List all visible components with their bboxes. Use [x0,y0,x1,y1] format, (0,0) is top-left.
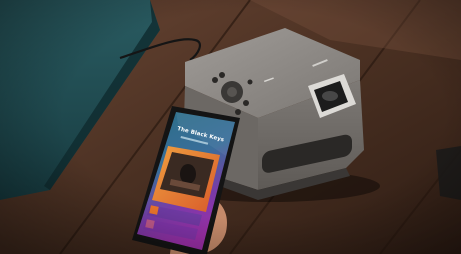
vignette [0,0,461,254]
projector-phone-photo [0,0,461,254]
